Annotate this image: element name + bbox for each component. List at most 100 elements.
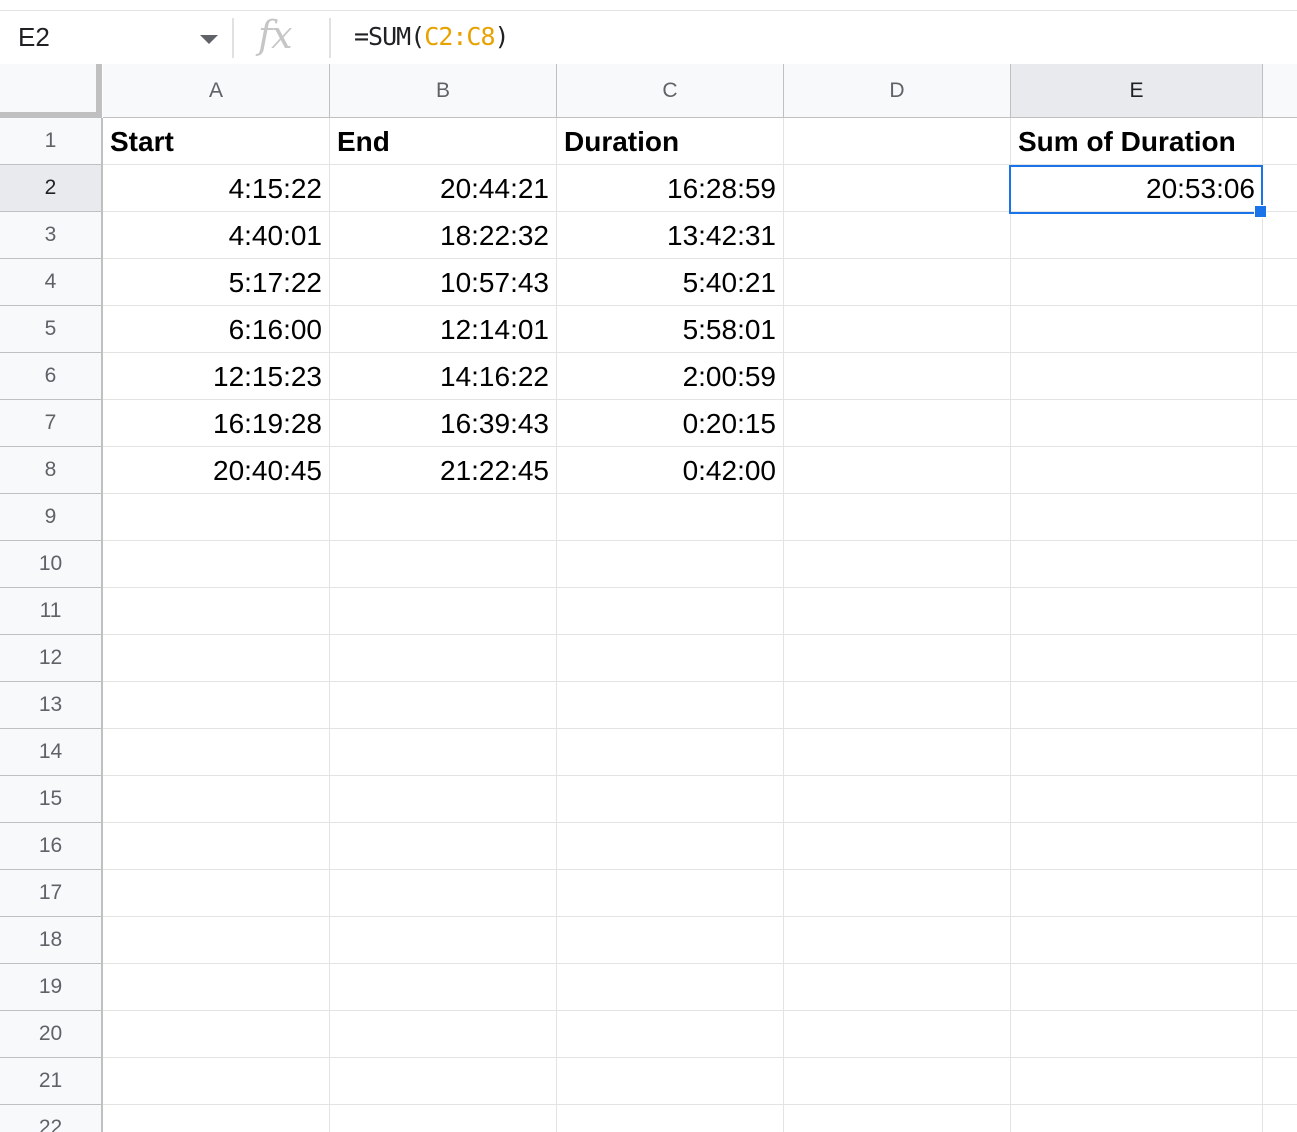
cell-e12[interactable] — [1011, 635, 1263, 682]
cell-e14[interactable] — [1011, 729, 1263, 776]
row-header-3[interactable]: 3 — [0, 212, 103, 259]
cell-b9[interactable] — [330, 494, 557, 541]
cell-e22[interactable] — [1011, 1105, 1263, 1132]
cell-c9[interactable] — [557, 494, 784, 541]
cell-e6[interactable] — [1011, 353, 1263, 400]
row-header-9[interactable]: 9 — [0, 494, 103, 541]
cell-b7[interactable]: 16:39:43 — [330, 400, 557, 447]
cell-f12[interactable] — [1263, 635, 1297, 682]
row-header-4[interactable]: 4 — [0, 259, 103, 306]
cell-c17[interactable] — [557, 870, 784, 917]
cell-f6[interactable] — [1263, 353, 1297, 400]
cell-d21[interactable] — [784, 1058, 1011, 1105]
cell-b19[interactable] — [330, 964, 557, 1011]
cell-f3[interactable] — [1263, 212, 1297, 259]
column-header-e[interactable]: E — [1011, 64, 1263, 118]
cell-a5[interactable]: 6:16:00 — [103, 306, 330, 353]
row-header-19[interactable]: 19 — [0, 964, 103, 1011]
row-header-22[interactable]: 22 — [0, 1105, 103, 1132]
cell-b22[interactable] — [330, 1105, 557, 1132]
cell-b13[interactable] — [330, 682, 557, 729]
cell-d3[interactable] — [784, 212, 1011, 259]
cell-d17[interactable] — [784, 870, 1011, 917]
cell-b11[interactable] — [330, 588, 557, 635]
cell-f16[interactable] — [1263, 823, 1297, 870]
cell-f10[interactable] — [1263, 541, 1297, 588]
cell-b20[interactable] — [330, 1011, 557, 1058]
cell-c19[interactable] — [557, 964, 784, 1011]
cell-a8[interactable]: 20:40:45 — [103, 447, 330, 494]
cell-a11[interactable] — [103, 588, 330, 635]
cell-f5[interactable] — [1263, 306, 1297, 353]
row-header-16[interactable]: 16 — [0, 823, 103, 870]
cell-f20[interactable] — [1263, 1011, 1297, 1058]
cell-e9[interactable] — [1011, 494, 1263, 541]
row-header-17[interactable]: 17 — [0, 870, 103, 917]
cell-b18[interactable] — [330, 917, 557, 964]
cell-a10[interactable] — [103, 541, 330, 588]
cell-e2[interactable]: 20:53:06 — [1011, 165, 1263, 212]
column-header-f[interactable] — [1263, 64, 1297, 118]
cell-c20[interactable] — [557, 1011, 784, 1058]
cell-d12[interactable] — [784, 635, 1011, 682]
fill-handle[interactable] — [1254, 205, 1267, 218]
cell-c21[interactable] — [557, 1058, 784, 1105]
cell-f17[interactable] — [1263, 870, 1297, 917]
row-header-7[interactable]: 7 — [0, 400, 103, 447]
cell-c3[interactable]: 13:42:31 — [557, 212, 784, 259]
cell-d19[interactable] — [784, 964, 1011, 1011]
cell-a15[interactable] — [103, 776, 330, 823]
row-header-1[interactable]: 1 — [0, 118, 103, 165]
column-header-d[interactable]: D — [784, 64, 1011, 118]
cell-d20[interactable] — [784, 1011, 1011, 1058]
cell-c7[interactable]: 0:20:15 — [557, 400, 784, 447]
row-header-21[interactable]: 21 — [0, 1058, 103, 1105]
cell-a2[interactable]: 4:15:22 — [103, 165, 330, 212]
cell-b17[interactable] — [330, 870, 557, 917]
cell-f22[interactable] — [1263, 1105, 1297, 1132]
cell-a14[interactable] — [103, 729, 330, 776]
cell-c2[interactable]: 16:28:59 — [557, 165, 784, 212]
column-header-b[interactable]: B — [330, 64, 557, 118]
cell-b8[interactable]: 21:22:45 — [330, 447, 557, 494]
cell-b6[interactable]: 14:16:22 — [330, 353, 557, 400]
cell-e17[interactable] — [1011, 870, 1263, 917]
cell-e8[interactable] — [1011, 447, 1263, 494]
cell-e5[interactable] — [1011, 306, 1263, 353]
cell-f8[interactable] — [1263, 447, 1297, 494]
column-header-a[interactable]: A — [103, 64, 330, 118]
cell-b10[interactable] — [330, 541, 557, 588]
cell-c8[interactable]: 0:42:00 — [557, 447, 784, 494]
cell-c14[interactable] — [557, 729, 784, 776]
cell-a18[interactable] — [103, 917, 330, 964]
cell-a19[interactable] — [103, 964, 330, 1011]
cell-a1[interactable]: Start — [103, 118, 330, 165]
cell-f9[interactable] — [1263, 494, 1297, 541]
cell-e13[interactable] — [1011, 682, 1263, 729]
cell-e18[interactable] — [1011, 917, 1263, 964]
cell-b3[interactable]: 18:22:32 — [330, 212, 557, 259]
cell-f19[interactable] — [1263, 964, 1297, 1011]
select-all-corner[interactable] — [0, 64, 102, 118]
row-header-20[interactable]: 20 — [0, 1011, 103, 1058]
cell-d2[interactable] — [784, 165, 1011, 212]
row-header-8[interactable]: 8 — [0, 447, 103, 494]
row-header-12[interactable]: 12 — [0, 635, 103, 682]
cell-d14[interactable] — [784, 729, 1011, 776]
cell-d15[interactable] — [784, 776, 1011, 823]
cell-b5[interactable]: 12:14:01 — [330, 306, 557, 353]
cell-d18[interactable] — [784, 917, 1011, 964]
cell-a20[interactable] — [103, 1011, 330, 1058]
cell-c10[interactable] — [557, 541, 784, 588]
cell-b12[interactable] — [330, 635, 557, 682]
cell-c5[interactable]: 5:58:01 — [557, 306, 784, 353]
cell-a3[interactable]: 4:40:01 — [103, 212, 330, 259]
cell-b4[interactable]: 10:57:43 — [330, 259, 557, 306]
cell-d16[interactable] — [784, 823, 1011, 870]
cell-b16[interactable] — [330, 823, 557, 870]
cell-a6[interactable]: 12:15:23 — [103, 353, 330, 400]
cell-a4[interactable]: 5:17:22 — [103, 259, 330, 306]
cell-e1[interactable]: Sum of Duration — [1011, 118, 1263, 165]
cell-c15[interactable] — [557, 776, 784, 823]
cell-f18[interactable] — [1263, 917, 1297, 964]
